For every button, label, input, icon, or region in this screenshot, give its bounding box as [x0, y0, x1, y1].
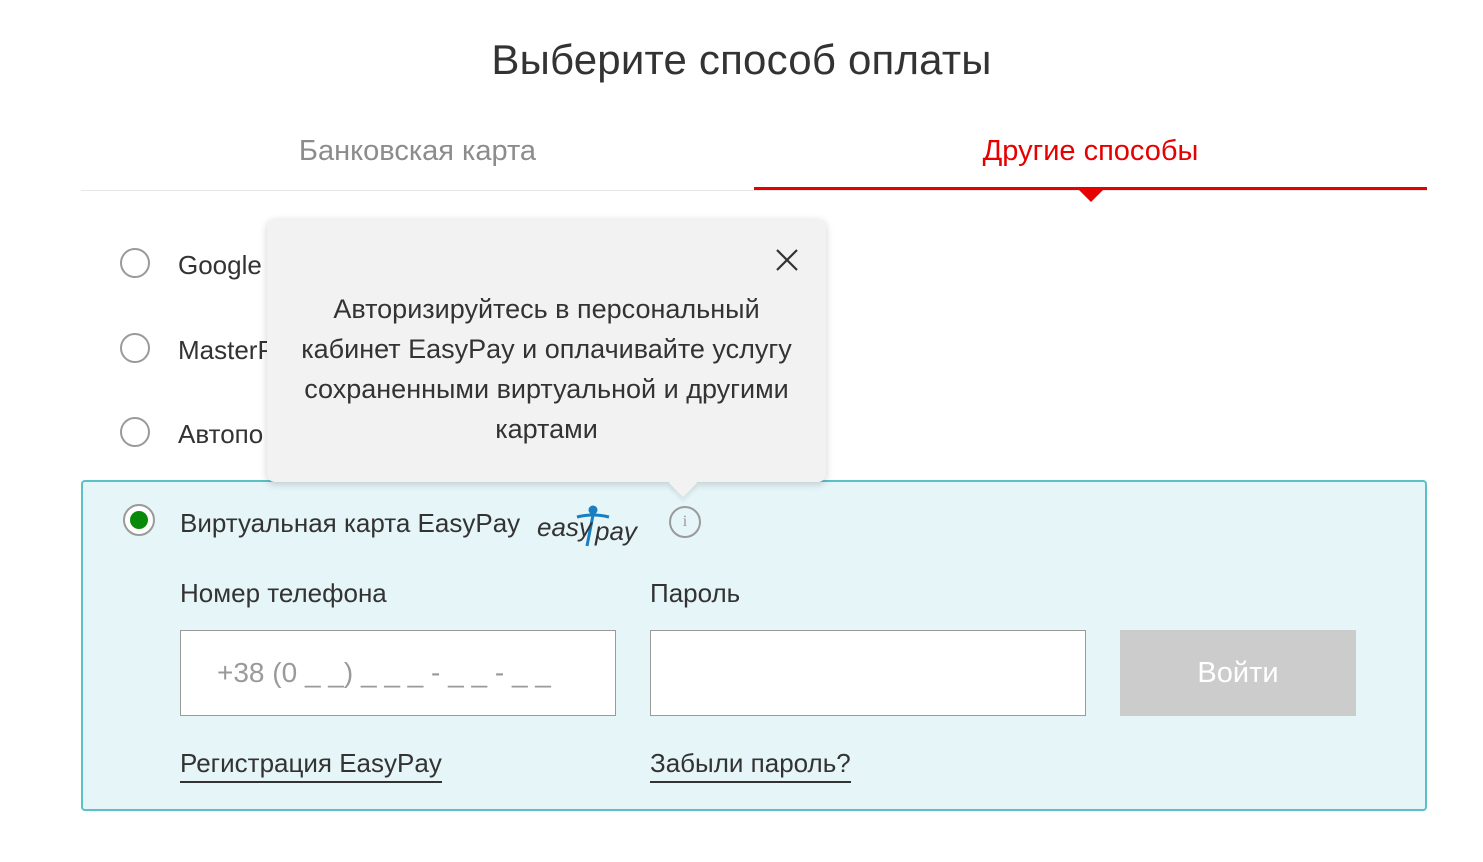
easypay-tooltip: Авторизируйтесь в персональный кабинет E… [267, 219, 826, 482]
tooltip-text: Авторизируйтесь в персональный кабинет E… [301, 294, 792, 444]
radio-easypay[interactable] [123, 504, 155, 536]
phone-label: Номер телефона [180, 578, 387, 608]
radio-autopay[interactable] [120, 417, 150, 447]
page-title: Выберите способ оплаты [491, 36, 992, 83]
logo-text-easy: easy [537, 512, 594, 542]
easypay-logo: easy pay [537, 505, 639, 547]
register-easypay-link[interactable]: Регистрация EasyPay [180, 748, 442, 783]
password-input[interactable] [650, 630, 1086, 716]
forgot-password-link[interactable]: Забыли пароль? [650, 748, 851, 783]
radio-google[interactable] [120, 248, 150, 278]
payment-method-page: Выберите способ оплаты Банковская карта … [0, 0, 1483, 862]
payment-tabs: Банковская карта Другие способы [81, 120, 1427, 191]
easypay-option-label: Виртуальная карта EasyPay [180, 508, 521, 538]
option-label: Автопо [178, 419, 264, 449]
radio-masterpass[interactable] [120, 333, 150, 363]
tab-other-methods[interactable]: Другие способы [754, 120, 1427, 190]
active-tab-indicator [1078, 189, 1104, 202]
password-label: Пароль [650, 578, 741, 608]
login-button[interactable]: Войти [1120, 630, 1356, 716]
phone-input[interactable] [180, 630, 616, 716]
close-icon[interactable] [772, 245, 802, 275]
option-label: Google [178, 250, 262, 280]
info-icon[interactable]: i [669, 506, 701, 538]
option-label: MasterP [178, 335, 275, 365]
easypay-panel: Виртуальная карта EasyPay easy pay i Ном… [81, 480, 1427, 811]
tab-bank-card[interactable]: Банковская карта [81, 120, 754, 190]
logo-text-pay: pay [594, 516, 639, 546]
